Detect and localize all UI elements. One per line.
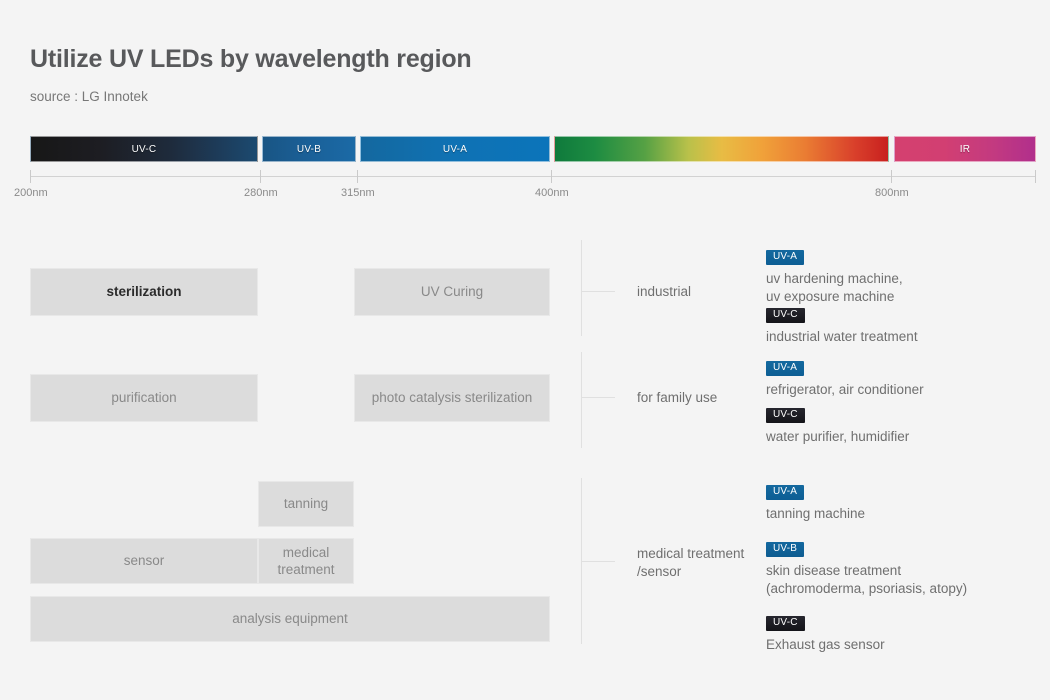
detail-item-industrial-water-treatment: UV-C industrial water treatment	[766, 304, 918, 346]
uv-c-badge: UV-C	[766, 408, 805, 423]
uv-a-badge: UV-A	[766, 250, 805, 265]
bracket-stub-for-family-use	[581, 397, 615, 398]
uv-c-badge: UV-C	[766, 308, 805, 323]
axis-tick-315nm	[357, 170, 358, 183]
detail-text-refrigerator: refrigerator, air conditioner	[766, 382, 924, 397]
header: Utilize UV LEDs by wavelength region sou…	[30, 45, 472, 104]
axis-label-400nm: 400nm	[535, 187, 569, 199]
spectrum-band-uvb-label: UV-B	[296, 143, 322, 155]
axis-tick-200nm	[30, 170, 31, 183]
detail-text-water-purifier: water purifier, humidifier	[766, 429, 910, 444]
spectrum-axis: 200nm 280nm 315nm 400nm 800nm	[14, 170, 1036, 199]
spectrum-band-uva-label: UV-A	[442, 143, 468, 155]
spectrum-bar: UV-C UV-B UV-A IR	[30, 136, 1036, 162]
uv-a-badge: UV-A	[766, 361, 805, 376]
app-box-uv-curing[interactable]: UV Curing	[354, 268, 550, 316]
axis-tick-400nm	[551, 170, 552, 183]
page-title: Utilize UV LEDs by wavelength region	[30, 45, 472, 73]
axis-tick-end	[1035, 170, 1036, 183]
spectrum-band-ir: IR	[894, 136, 1036, 162]
source-label: source : LG Innotek	[30, 88, 148, 104]
detail-text-tanning-machine: tanning machine	[766, 506, 866, 521]
detail-item-refrigerator: UV-A refrigerator, air conditioner	[766, 357, 924, 399]
detail-text-skin-disease-treatment: skin disease treatment (achromoderma, ps…	[766, 563, 968, 596]
detail-item-water-purifier: UV-C water purifier, humidifier	[766, 404, 909, 446]
spectrum-band-uvc-label: UV-C	[131, 143, 157, 155]
axis-label-280nm: 280nm	[244, 187, 278, 199]
wavelength-spectrum: UV-C UV-B UV-A IR 200nm 280nm 315nm 400n…	[14, 136, 1036, 199]
spectrum-band-uvc: UV-C	[30, 136, 258, 162]
app-box-sterilization[interactable]: sterilization	[30, 268, 258, 316]
bracket-for-family-use	[581, 352, 582, 448]
uv-a-badge: UV-A	[766, 485, 805, 500]
category-label-industrial: industrial	[637, 284, 692, 299]
detail-text-uv-hardening: uv hardening machine, uv exposure machin…	[766, 271, 903, 304]
axis-tick-280nm	[260, 170, 261, 183]
app-box-medical-treatment[interactable]: medical treatment	[258, 538, 354, 584]
app-box-purification[interactable]: purification	[30, 374, 258, 422]
app-box-sensor[interactable]: sensor	[30, 538, 258, 584]
detail-item-uv-hardening: UV-A uv hardening machine, uv exposure m…	[766, 246, 903, 306]
spectrum-band-ir-label: IR	[959, 143, 971, 155]
axis-tick-800nm	[891, 170, 892, 183]
spectrum-band-uva: UV-A	[360, 136, 550, 162]
detail-text-exhaust-gas-sensor: Exhaust gas sensor	[766, 637, 885, 652]
category-label-for-family-use: for family use	[637, 390, 718, 405]
detail-item-tanning-machine: UV-A tanning machine	[766, 481, 865, 523]
detail-text-industrial-water-treatment: industrial water treatment	[766, 329, 918, 344]
bracket-stub-medical-treatment-sensor	[581, 561, 615, 562]
spectrum-band-uvb: UV-B	[262, 136, 356, 162]
axis-label-315nm: 315nm	[341, 187, 375, 199]
bracket-industrial	[581, 240, 582, 336]
uv-c-badge: UV-C	[766, 616, 805, 631]
spectrum-band-visible	[554, 136, 889, 162]
bracket-stub-industrial	[581, 291, 615, 292]
app-box-analysis-equipment[interactable]: analysis equipment	[30, 596, 550, 642]
axis-label-200nm: 200nm	[14, 187, 48, 199]
app-box-tanning[interactable]: tanning	[258, 481, 354, 527]
detail-item-exhaust-gas-sensor: UV-C Exhaust gas sensor	[766, 612, 885, 654]
uv-b-badge: UV-B	[766, 542, 805, 557]
category-label-medical-treatment-sensor: medical treatment /sensor	[637, 546, 745, 580]
axis-label-800nm: 800nm	[875, 187, 909, 199]
detail-item-skin-disease-treatment: UV-B skin disease treatment (achromoderm…	[766, 538, 967, 598]
app-box-photo-catalysis-sterilization[interactable]: photo catalysis sterilization	[354, 374, 550, 422]
